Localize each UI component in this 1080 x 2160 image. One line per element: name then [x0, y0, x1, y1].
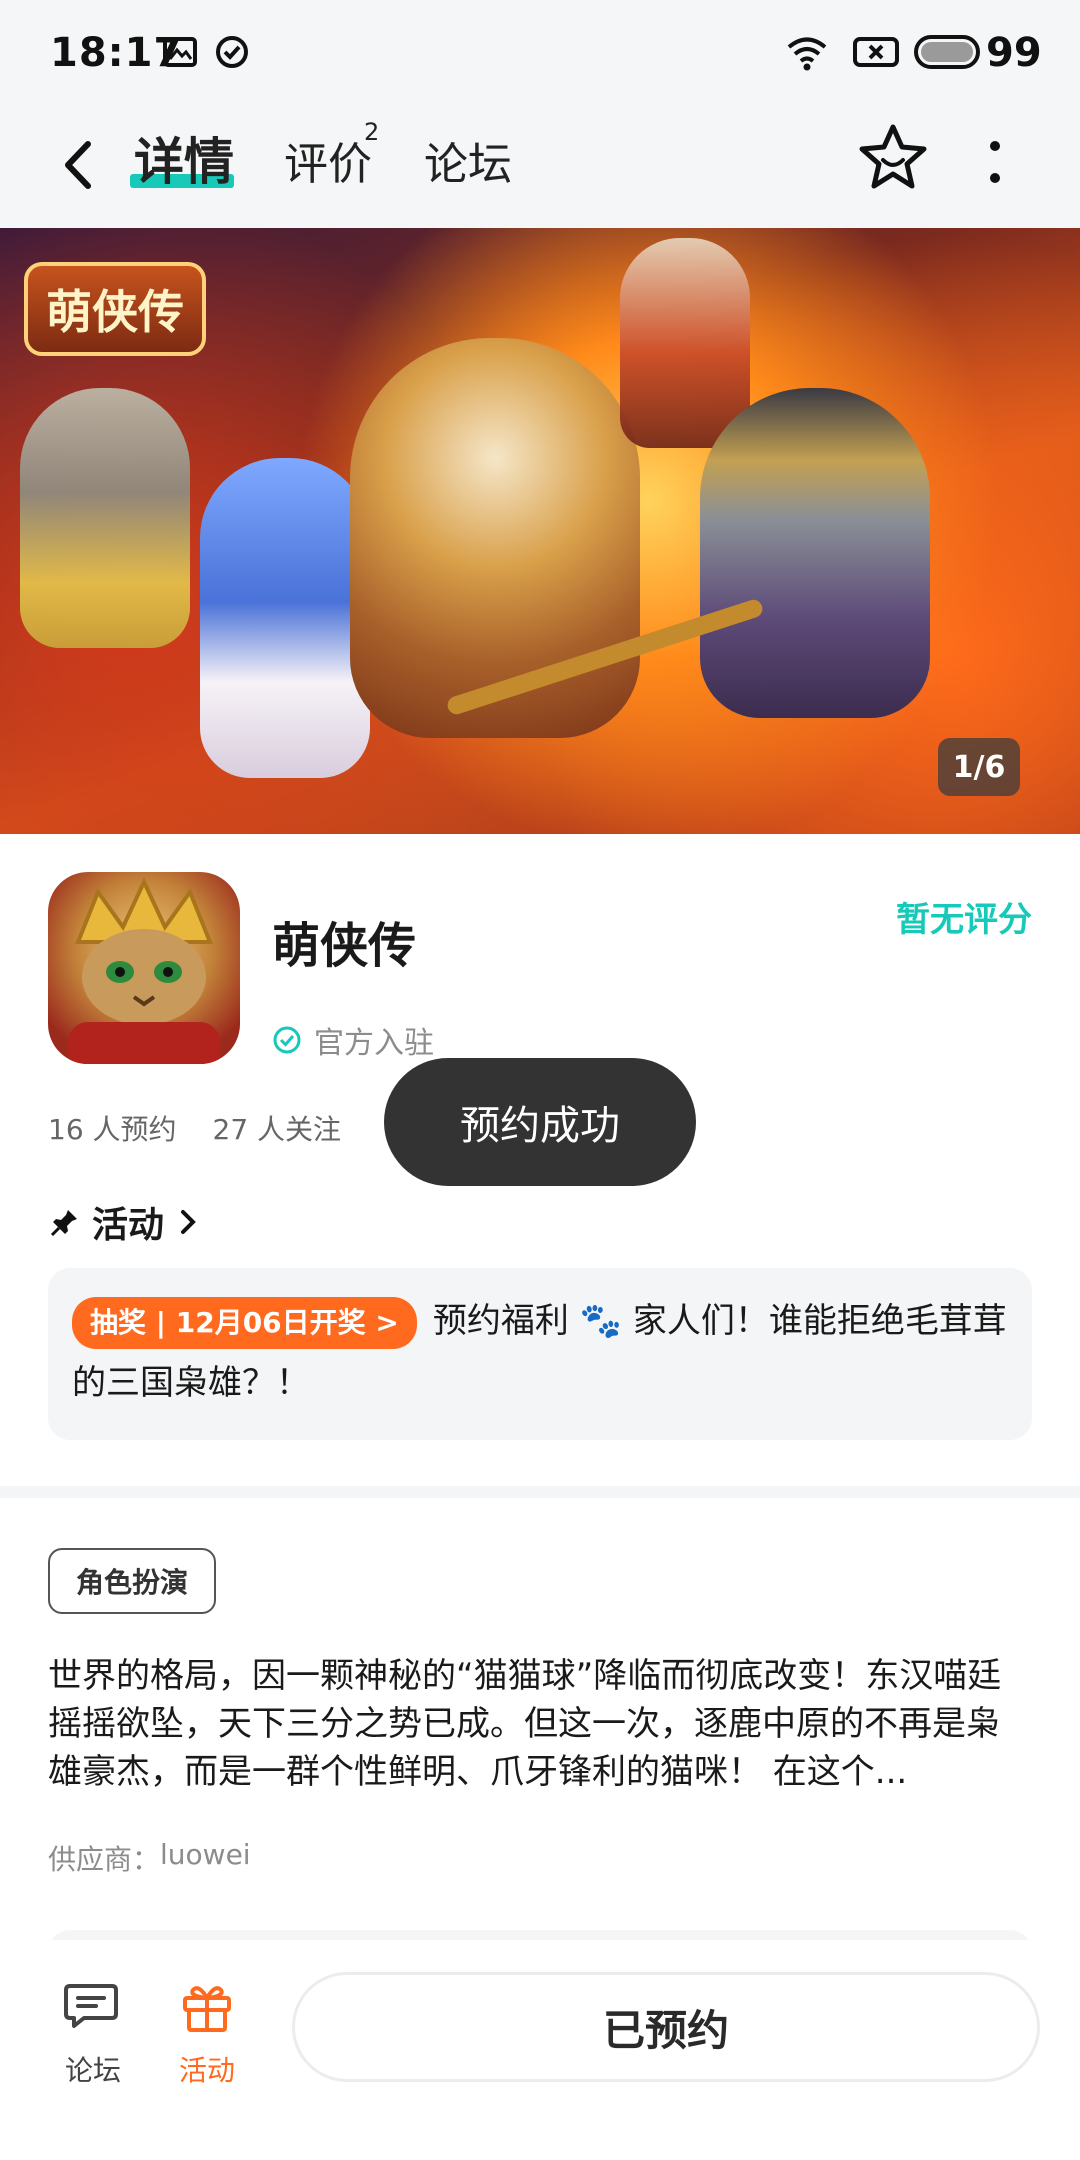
favorite-star-icon[interactable] [858, 122, 928, 192]
back-arrow-icon[interactable] [52, 130, 112, 200]
supplier-value: luowei [160, 1838, 251, 1871]
bottom-action-bar: 论坛 活动 已预约 [0, 1930, 1080, 2160]
top-navigation: 详情 评价 2 论坛 [0, 108, 1080, 228]
lottery-badge[interactable]: 抽奖 | 12月06日开奖 > [72, 1296, 417, 1349]
description-text: 世界的格局，因一颗神秘的“猫猫球”降临而彻底改变！东汉喵廷摇摇欲坠，天下三分之势… [48, 1656, 1002, 1792]
cat-warrior-icon [68, 877, 220, 1064]
status-bar: 18:17 99 [0, 0, 1080, 108]
forum-label: 论坛 [64, 2054, 121, 2087]
activity-section-header[interactable]: 活动 [50, 1196, 200, 1248]
tab-forum[interactable]: 论坛 [424, 128, 512, 192]
tab-reviews[interactable]: 评价 [284, 128, 372, 192]
activity-tab-label: 活动 [178, 2054, 235, 2087]
app-stats: 16 人预约 27 人关注 [48, 1108, 341, 1148]
follower-count: 27 人关注 [212, 1113, 342, 1146]
verified-check-icon [273, 1026, 301, 1054]
image-notification-icon [163, 37, 197, 67]
character-illustration [350, 338, 640, 738]
forum-chat-icon [64, 1984, 118, 2028]
genre-tag[interactable]: 角色扮演 [48, 1548, 216, 1614]
rating-label[interactable]: 暂无评分 [896, 892, 1032, 941]
character-illustration [620, 238, 750, 448]
section-divider [0, 1486, 1080, 1498]
screenshot-carousel[interactable]: 萌侠传 1/6 [0, 228, 1080, 834]
wifi-icon [787, 37, 827, 71]
activity-content: 抽奖 | 12月06日开奖 > 预约福利 🐾 家人们！谁能拒绝毛茸茸的三国枭雄？！ [72, 1290, 1008, 1414]
gift-icon [183, 1986, 231, 2032]
app-name: 萌侠传 [272, 918, 417, 974]
activity-title: 活动 [92, 1205, 165, 1246]
chevron-right-icon [181, 1210, 196, 1234]
tab-details[interactable]: 详情 [134, 122, 234, 194]
supplier-label: 供应商： [48, 1843, 161, 1876]
no-sim-icon [853, 37, 899, 67]
official-badge: 官方入驻 [272, 1018, 434, 1062]
official-label: 官方入驻 [314, 1026, 434, 1061]
carousel-counter: 1/6 [938, 738, 1020, 796]
app-icon [48, 872, 240, 1064]
reserved-button[interactable]: 已预约 [292, 1972, 1040, 2082]
supplier-info: 供应商： luowei [48, 1838, 251, 1878]
battery-level: 99 [986, 30, 1042, 76]
character-illustration [200, 458, 370, 778]
character-illustration [20, 388, 190, 648]
activity-button[interactable]: 活动 [162, 1978, 252, 2089]
activity-card[interactable]: 抽奖 | 12月06日开奖 > 预约福利 🐾 家人们！谁能拒绝毛茸茸的三国枭雄？！ [48, 1268, 1032, 1440]
check-circle-icon [216, 36, 248, 68]
game-logo: 萌侠传 [24, 262, 206, 356]
toast-message: 预约成功 [384, 1058, 696, 1186]
more-options-icon[interactable] [980, 132, 1010, 192]
game-description[interactable]: 世界的格局，因一颗神秘的“猫猫球”降临而彻底改变！东汉喵廷摇摇欲坠，天下三分之势… [48, 1652, 1032, 1796]
pin-icon [50, 1210, 77, 1237]
reviews-count: 2 [364, 118, 380, 146]
forum-button[interactable]: 论坛 [48, 1978, 138, 2089]
character-illustration [700, 388, 930, 718]
reservation-count: 16 人预约 [48, 1113, 177, 1146]
battery-icon [914, 35, 980, 69]
